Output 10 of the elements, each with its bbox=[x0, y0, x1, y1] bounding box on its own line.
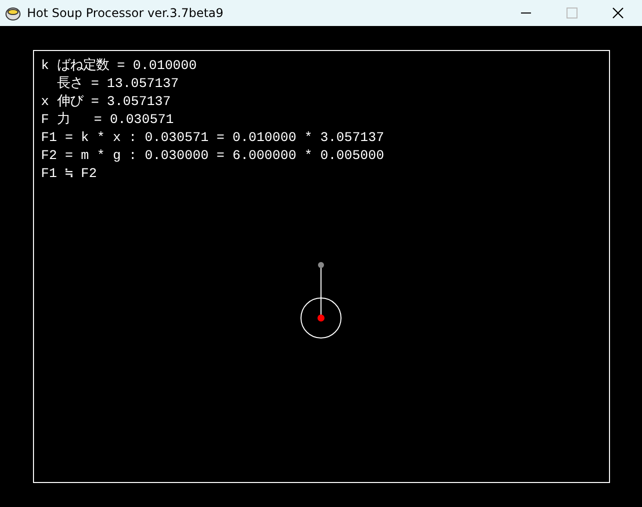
readout-line: F2 = m * g : 0.030000 = 6.000000 * 0.005000 bbox=[41, 147, 384, 165]
readout-line: F1 = k * x : 0.030571 = 0.010000 * 3.057137 bbox=[41, 129, 384, 147]
readout-line: F 力 = 0.030571 bbox=[41, 111, 174, 129]
readout-line: x 伸び = 3.057137 bbox=[41, 93, 171, 111]
window-title: Hot Soup Processor ver.3.7beta9 bbox=[27, 6, 224, 20]
readout-line: 長さ = 13.057137 bbox=[56, 75, 179, 93]
soup-pot-icon bbox=[5, 5, 21, 21]
close-icon[interactable] bbox=[612, 7, 624, 19]
readout-line: k ばね定数 = 0.010000 bbox=[41, 57, 197, 75]
readout-line: F1 ≒ F2 bbox=[41, 165, 97, 183]
